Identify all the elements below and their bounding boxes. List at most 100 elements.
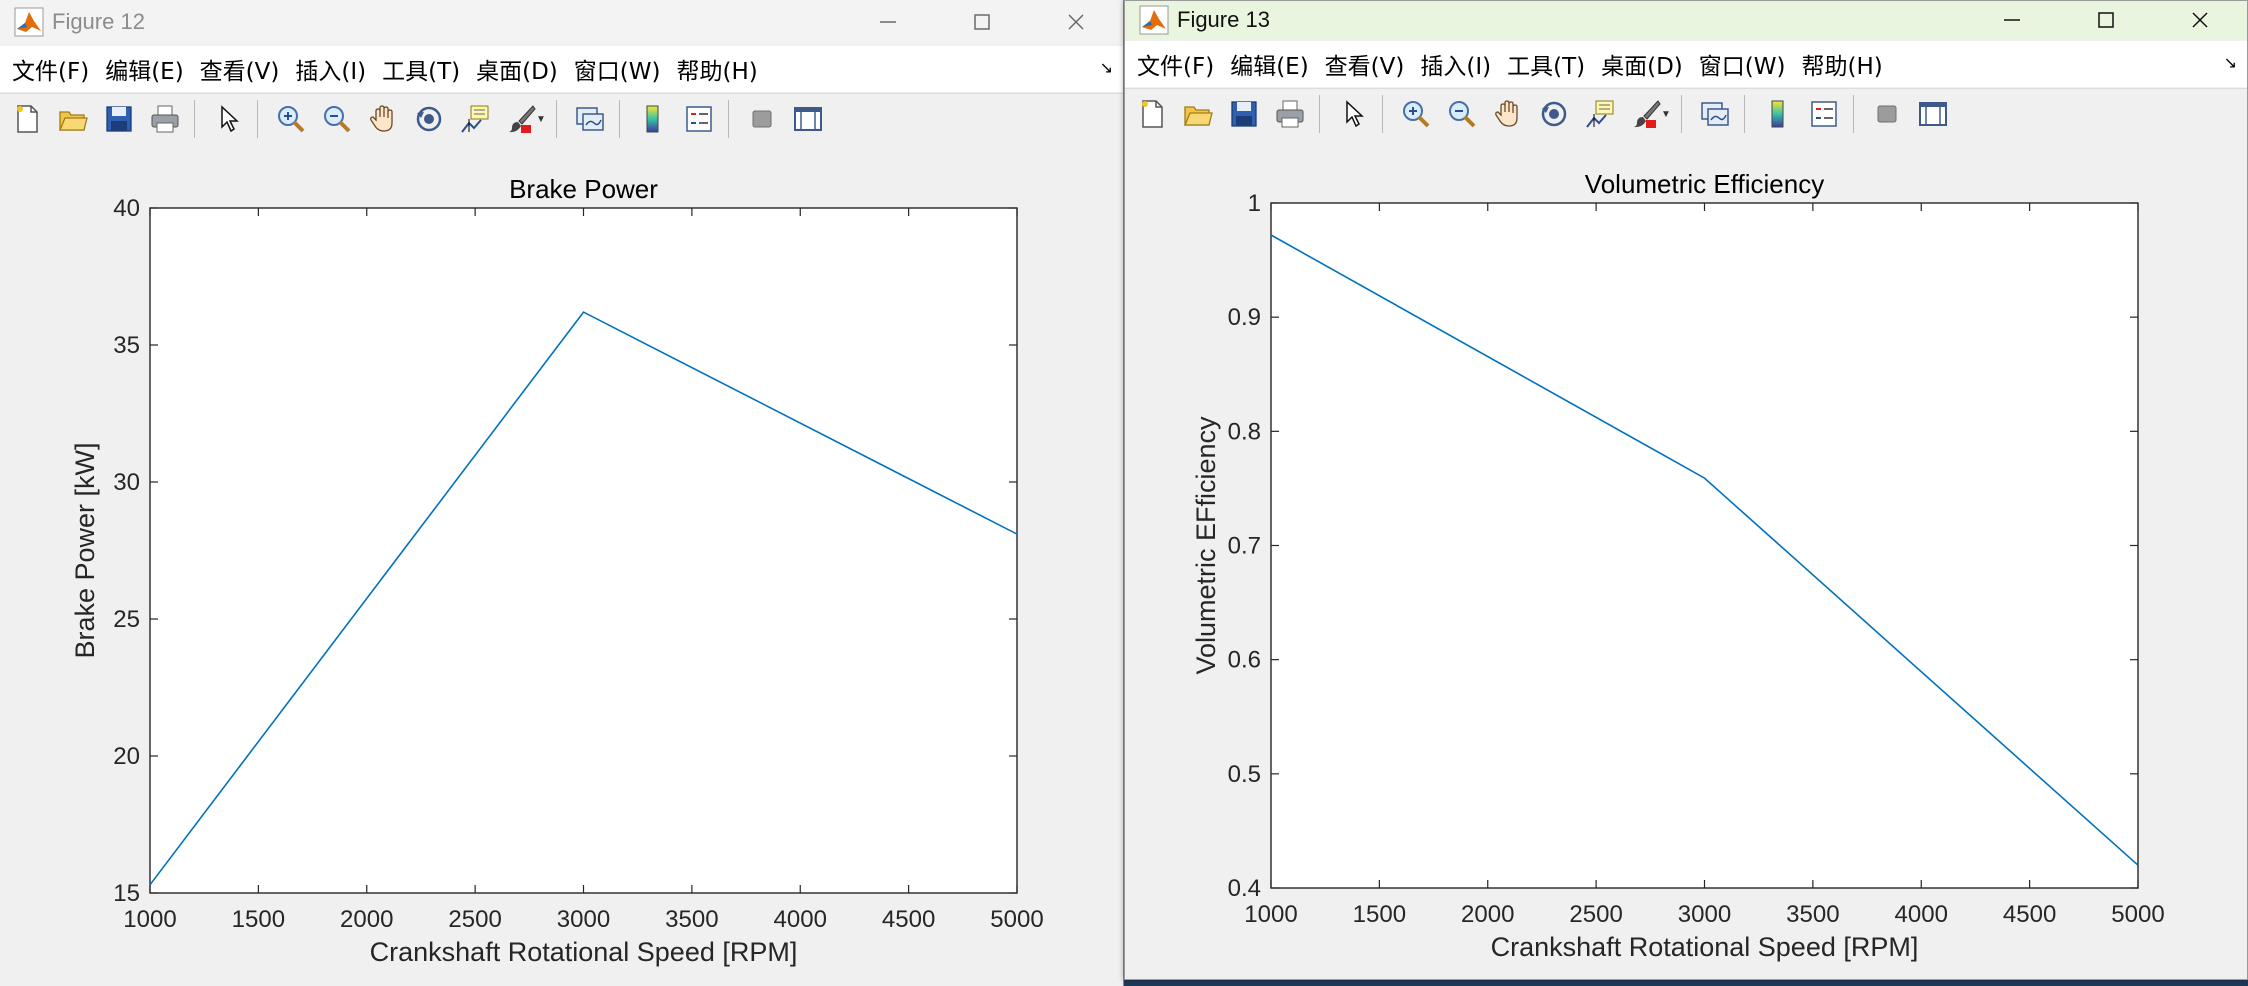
menu-file[interactable]: 文件(F) (1137, 47, 1214, 81)
figure-canvas[interactable]: 1000 1500 2000 2500 3000 3500 4000 4500 5000 15 20… (0, 144, 1123, 986)
pointer-button[interactable] (209, 100, 247, 138)
menu-edit[interactable]: 编辑(E) (105, 52, 183, 86)
minimize-button[interactable] (1965, 1, 2059, 39)
close-button[interactable] (2153, 1, 2247, 39)
new-figure-button[interactable] (1133, 95, 1171, 133)
maximize-button[interactable] (2059, 1, 2153, 39)
close-icon (2192, 12, 2208, 28)
toolbar-separator (1382, 95, 1383, 133)
volumetric-efficiency-chart[interactable]: 1000 1500 2000 2500 3000 3500 4000 4500 5000 0.4 0… (1125, 139, 2248, 980)
close-icon (1068, 14, 1084, 30)
pan-button[interactable] (1489, 95, 1527, 133)
zoom-in-button[interactable] (1397, 95, 1435, 133)
brush-button[interactable] (502, 100, 540, 138)
menu-help[interactable]: 帮助(H) (1801, 47, 1882, 81)
plot-area (150, 208, 1017, 893)
zoom-out-button[interactable] (318, 100, 356, 138)
close-button[interactable] (1029, 0, 1123, 44)
maximize-button[interactable] (935, 0, 1029, 44)
save-button[interactable] (100, 100, 138, 138)
colorbar-button[interactable] (634, 100, 672, 138)
link-plot-icon (576, 107, 604, 131)
menu-file[interactable]: 文件(F) (12, 52, 89, 86)
menu-view[interactable]: 查看(V) (200, 52, 280, 86)
rotate-3d-button[interactable] (1535, 95, 1573, 133)
x-tick-label: 3500 (1786, 901, 1839, 928)
x-tick-label: 4000 (774, 906, 827, 933)
figure-12-window[interactable]: Figure 12 文件(F) 编辑(E) 查看(V) 插入(I) 工具(T) … (0, 0, 1124, 986)
menu-tools[interactable]: 工具(T) (382, 52, 460, 86)
pan-button[interactable] (364, 100, 402, 138)
save-button[interactable] (1225, 95, 1263, 133)
zoom-out-button[interactable] (1443, 95, 1481, 133)
menu-desktop[interactable]: 桌面(D) (476, 52, 558, 86)
x-axis-label: Crankshaft Rotational Speed [RPM] (1491, 932, 1919, 962)
figure-13-window[interactable]: Figure 13 文件(F) 编辑(E) 查看(V) 插入(I) 工具(T) … (1124, 0, 2248, 980)
print-button[interactable] (146, 100, 184, 138)
hide-plot-tools-button[interactable] (1868, 95, 1906, 133)
menu-edit[interactable]: 编辑(E) (1230, 47, 1308, 81)
menu-window[interactable]: 窗口(W) (1699, 47, 1786, 81)
title-bar[interactable]: Figure 12 (0, 0, 1123, 44)
open-file-button[interactable] (54, 100, 92, 138)
print-button[interactable] (1271, 95, 1309, 133)
toolbar-separator (727, 100, 729, 138)
legend-button[interactable] (680, 100, 718, 138)
brush-icon (1634, 100, 1661, 128)
menu-help[interactable]: 帮助(H) (676, 52, 757, 86)
menu-insert[interactable]: 插入(I) (1420, 47, 1491, 81)
y-tick-label: 40 (113, 195, 140, 222)
y-axis-label: Volumetric EFficiency (1191, 416, 1221, 675)
title-bar[interactable]: Figure 13 (1125, 1, 2247, 39)
menu-bar: 文件(F) 编辑(E) 查看(V) 插入(I) 工具(T) 桌面(D) 窗口(W… (1125, 41, 2247, 87)
minimize-button[interactable] (841, 0, 935, 44)
figure-canvas[interactable]: 1000 1500 2000 2500 3000 3500 4000 4500 5000 0.4 0… (1125, 139, 2247, 979)
rotate-3d-icon (416, 106, 442, 132)
x-tick-label: 1000 (1244, 901, 1297, 928)
data-cursor-icon (461, 105, 489, 133)
brush-dropdown-icon[interactable]: ▼ (1661, 109, 1671, 120)
data-cursor-button[interactable] (456, 100, 494, 138)
pointer-button[interactable] (1334, 95, 1372, 133)
brush-button[interactable] (1627, 95, 1665, 133)
menu-insert[interactable]: 插入(I) (295, 52, 366, 86)
dock-arrow-icon[interactable]: ↘ (1100, 58, 1113, 77)
zoom-in-button[interactable] (272, 100, 310, 138)
x-tick-label: 1500 (1353, 901, 1406, 928)
pointer-icon (221, 105, 239, 133)
menu-view[interactable]: 查看(V) (1325, 47, 1405, 81)
new-figure-icon (1142, 100, 1163, 128)
menu-tools[interactable]: 工具(T) (1507, 47, 1585, 81)
brush-dropdown-icon[interactable]: ▼ (536, 114, 546, 125)
y-tick-label: 20 (113, 743, 140, 770)
y-tick-label: 35 (113, 332, 140, 359)
maximize-icon (974, 14, 990, 30)
show-plot-tools-button[interactable] (1914, 95, 1952, 133)
link-plot-button[interactable] (1696, 95, 1734, 133)
brake-power-chart[interactable]: 1000 1500 2000 2500 3000 3500 4000 4500 5000 15 20… (0, 144, 1124, 986)
menu-desktop[interactable]: 桌面(D) (1601, 47, 1683, 81)
x-tick-label: 3000 (1678, 901, 1731, 928)
hide-plot-tools-button[interactable] (743, 100, 781, 138)
open-file-button[interactable] (1179, 95, 1217, 133)
figure-toolbar: ▼ (0, 93, 1123, 145)
toolbar-separator (1852, 95, 1854, 133)
x-tick-label: 4500 (2003, 901, 2056, 928)
pointer-icon (1346, 100, 1364, 128)
rotate-3d-button[interactable] (410, 100, 448, 138)
legend-button[interactable] (1805, 95, 1843, 133)
print-icon (1276, 100, 1304, 128)
data-cursor-button[interactable] (1581, 95, 1619, 133)
menu-window[interactable]: 窗口(W) (574, 52, 661, 86)
minimize-icon (2004, 19, 2020, 21)
x-tick-label: 2500 (1569, 901, 1622, 928)
toolbar-separator (618, 100, 620, 138)
new-figure-button[interactable] (8, 100, 46, 138)
colorbar-button[interactable] (1759, 95, 1797, 133)
show-plot-tools-icon (1918, 102, 1947, 126)
zoom-in-icon (278, 106, 305, 133)
link-plot-button[interactable] (571, 100, 609, 138)
dock-arrow-icon[interactable]: ↘ (2224, 53, 2237, 72)
show-plot-tools-button[interactable] (789, 100, 827, 138)
legend-icon (1811, 101, 1837, 127)
